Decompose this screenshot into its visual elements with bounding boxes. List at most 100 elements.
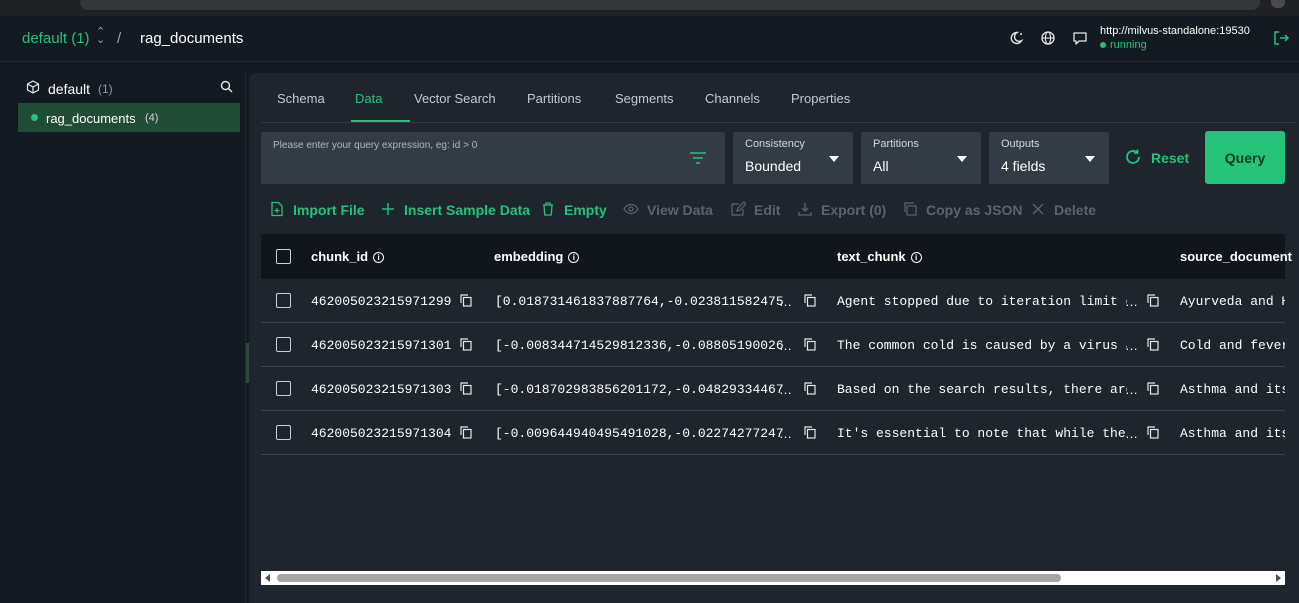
partitions-select[interactable]: Partitions All xyxy=(861,132,981,184)
cell-chunk-id: 462005023215971303 xyxy=(311,382,452,397)
row-checkbox[interactable] xyxy=(276,337,291,352)
globe-icon[interactable] xyxy=(1040,30,1056,46)
cell-source-document: Cold and fever xyxy=(1180,338,1285,353)
table-row[interactable]: 462005023215971299 [0.018731461837887764… xyxy=(261,279,1285,323)
tab-data[interactable]: Data xyxy=(355,91,382,106)
horizontal-scrollbar[interactable] xyxy=(261,571,1285,585)
copy-icon[interactable] xyxy=(1147,294,1159,307)
cell-text-chunk: Based on the search results, there are s… xyxy=(837,382,1127,397)
copy-icon[interactable] xyxy=(804,338,816,351)
browser-profile-icon[interactable] xyxy=(1271,0,1285,8)
close-icon xyxy=(1032,203,1044,215)
query-placeholder: Please enter your query expression, eg: … xyxy=(273,140,478,151)
tab-properties[interactable]: Properties xyxy=(791,91,850,106)
logout-icon[interactable] xyxy=(1272,29,1290,47)
search-icon[interactable] xyxy=(220,80,233,93)
copy-icon[interactable] xyxy=(460,382,472,395)
connection-url: http://milvus-standalone:19530 xyxy=(1100,25,1250,37)
column-header-embedding[interactable]: embedding i xyxy=(494,249,580,264)
active-tab-indicator xyxy=(351,120,410,122)
collection-count: (4) xyxy=(145,112,159,124)
cell-text-chunk: Agent stopped due to iteration limit or … xyxy=(837,294,1127,309)
column-header-source-document[interactable]: source_document xyxy=(1180,249,1292,264)
edit-icon xyxy=(731,201,746,216)
tab-partitions[interactable]: Partitions xyxy=(527,91,581,106)
theme-toggle-icon[interactable] xyxy=(1008,30,1024,46)
partitions-value: All xyxy=(873,158,889,174)
download-icon xyxy=(798,203,812,216)
sidebar-database[interactable]: default (1) xyxy=(18,79,242,101)
table-row[interactable]: 462005023215971301 [-0.00834471452981233… xyxy=(261,323,1285,367)
sidebar: default (1) rag_documents (4) xyxy=(6,73,249,603)
top-header: default (1) ⌃ ⌄ / rag_documents http://mi… xyxy=(0,16,1299,62)
table-row[interactable]: 462005023215971304 [-0.00964494049549102… xyxy=(261,411,1285,455)
scrollbar-thumb[interactable] xyxy=(277,574,1061,582)
cell-text-chunk: It's essential to note that while these … xyxy=(837,426,1127,441)
row-checkbox[interactable] xyxy=(276,425,291,440)
outputs-select[interactable]: Outputs 4 fields xyxy=(989,132,1109,184)
breadcrumb-separator: / xyxy=(117,30,122,47)
query-button[interactable]: Query xyxy=(1205,131,1285,184)
copy-icon[interactable] xyxy=(460,338,472,351)
collection-name: rag_documents xyxy=(46,111,136,126)
ellipsis: … xyxy=(1125,338,1138,353)
ellipsis: … xyxy=(779,426,792,441)
import-file-label: Import File xyxy=(293,202,365,218)
caret-down-icon xyxy=(1085,156,1095,162)
row-checkbox[interactable] xyxy=(276,381,291,396)
tab-channels[interactable]: Channels xyxy=(705,91,760,106)
copy-icon[interactable] xyxy=(1147,426,1159,439)
tab-schema[interactable]: Schema xyxy=(277,91,325,106)
data-table: chunk_id i embedding i text_chunk i source_… xyxy=(261,234,1292,457)
chat-icon[interactable] xyxy=(1072,30,1088,46)
database-count: (1) xyxy=(98,82,113,96)
info-icon[interactable]: i xyxy=(373,252,385,264)
copy-icon[interactable] xyxy=(1147,338,1159,351)
browser-chrome xyxy=(0,0,1299,16)
copy-icon[interactable] xyxy=(804,426,816,439)
info-icon[interactable]: i xyxy=(568,252,580,264)
plus-icon xyxy=(382,203,394,215)
connection-status-text: running xyxy=(1110,39,1147,51)
ellipsis: … xyxy=(779,338,792,353)
file-add-icon xyxy=(271,201,283,217)
view-data-label: View Data xyxy=(647,202,713,218)
filter-icon[interactable] xyxy=(689,151,707,165)
consistency-select[interactable]: Consistency Bounded xyxy=(733,132,853,184)
database-cube-icon xyxy=(26,80,40,94)
query-expression-input[interactable]: Please enter your query expression, eg: … xyxy=(261,132,725,184)
row-checkbox[interactable] xyxy=(276,293,291,308)
tab-segments[interactable]: Segments xyxy=(615,91,674,106)
eye-icon xyxy=(623,203,639,215)
collection-status-dot xyxy=(31,114,38,121)
chevron-up-down-icon[interactable]: ⌃ ⌄ xyxy=(96,27,105,46)
query-button-label: Query xyxy=(1224,150,1266,166)
copy-icon[interactable] xyxy=(804,382,816,395)
copy-icon[interactable] xyxy=(460,426,472,439)
info-icon[interactable]: i xyxy=(910,252,922,264)
copy-icon[interactable] xyxy=(804,294,816,307)
copy-icon[interactable] xyxy=(1147,382,1159,395)
connection-status: running xyxy=(1100,39,1147,51)
select-all-checkbox[interactable] xyxy=(276,249,291,264)
tab-vector-search[interactable]: Vector Search xyxy=(414,91,496,106)
cell-source-document: Asthma and its treatment xyxy=(1180,426,1285,441)
reset-label: Reset xyxy=(1151,150,1190,166)
database-name: default xyxy=(48,81,91,97)
table-row[interactable]: 462005023215971303 [-0.01870298385620117… xyxy=(261,367,1285,411)
browser-address-bar[interactable] xyxy=(80,0,1260,10)
ellipsis: … xyxy=(779,294,792,309)
cell-chunk-id: 462005023215971304 xyxy=(311,426,452,441)
scroll-left-icon[interactable] xyxy=(265,574,270,582)
tab-bar: Schema Data Vector Search Partitions Seg… xyxy=(261,73,1296,123)
breadcrumb-database[interactable]: default (1) xyxy=(22,30,90,47)
sidebar-item-rag-documents[interactable]: rag_documents (4) xyxy=(18,103,240,132)
breadcrumb-collection: rag_documents xyxy=(140,30,244,47)
refresh-icon xyxy=(1126,149,1140,164)
table-header: chunk_id i embedding i text_chunk i source_… xyxy=(261,234,1292,279)
scroll-right-icon[interactable] xyxy=(1276,574,1281,582)
column-header-text-chunk[interactable]: text_chunk i xyxy=(837,249,922,264)
copy-icon[interactable] xyxy=(460,294,472,307)
column-header-chunk-id[interactable]: chunk_id i xyxy=(311,249,385,264)
cell-source-document: Ayurveda and Health xyxy=(1180,294,1285,309)
